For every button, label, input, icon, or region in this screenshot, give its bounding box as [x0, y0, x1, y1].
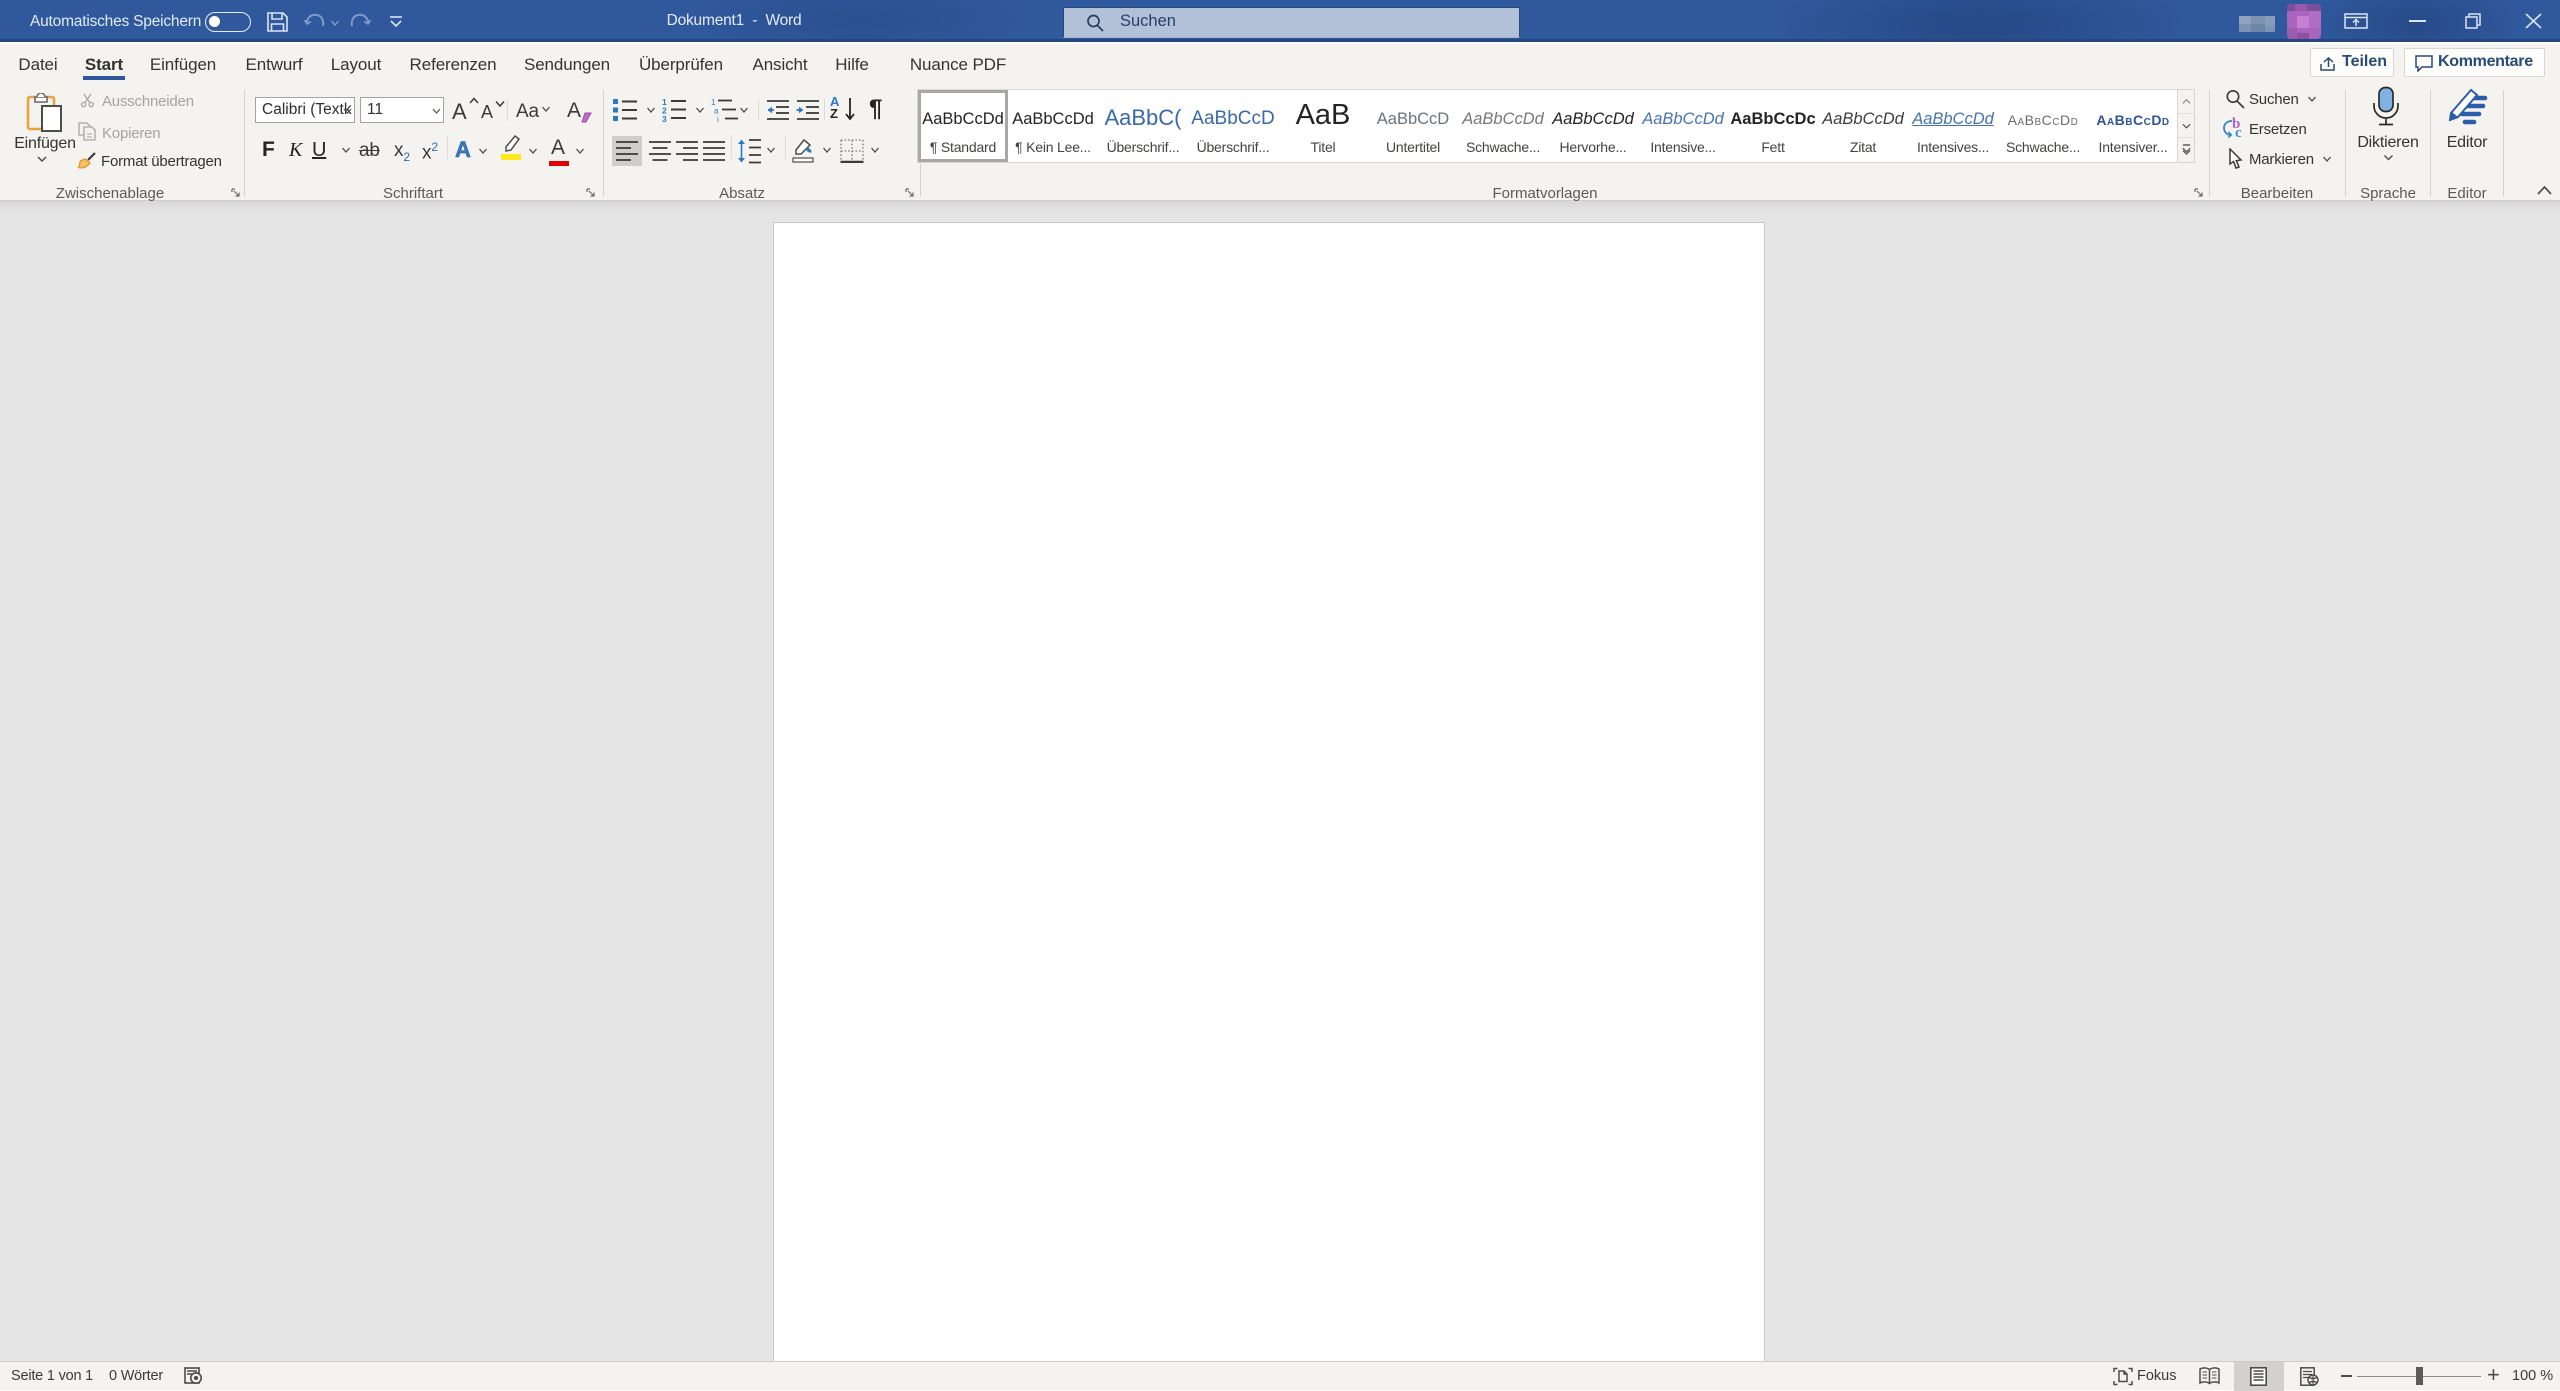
svg-text:i: i [717, 115, 719, 122]
svg-text:3: 3 [662, 114, 667, 122]
